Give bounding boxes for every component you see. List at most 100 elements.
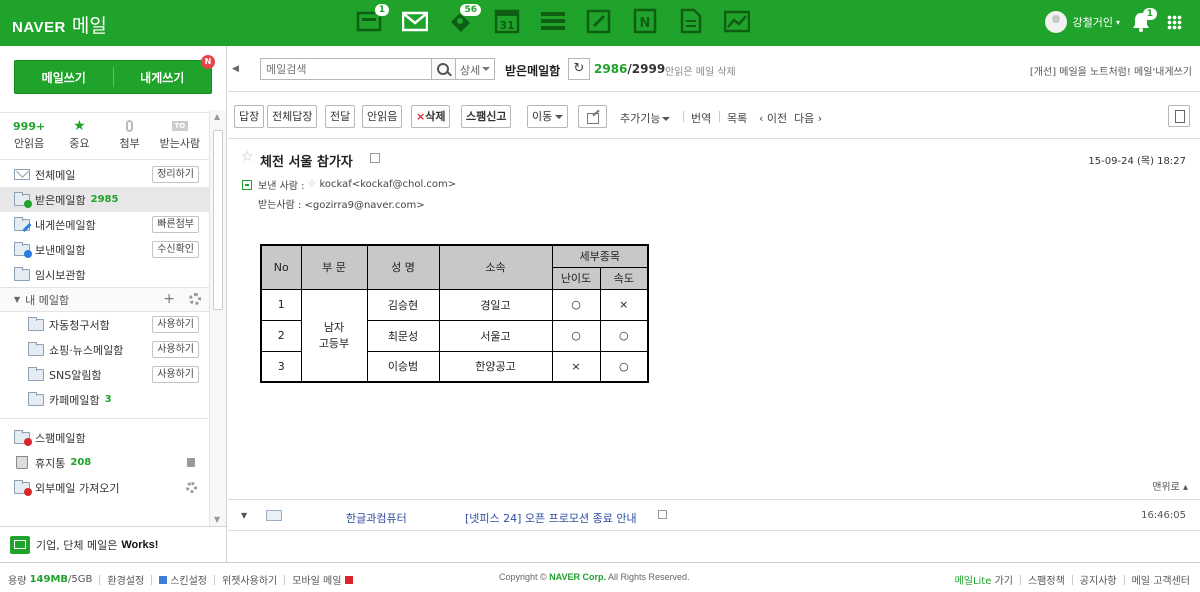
organize-button[interactable]: 정리하기: [152, 166, 199, 183]
next-mail-sender[interactable]: 한글과컴퓨터: [346, 510, 407, 526]
sender-address[interactable]: kockaf<kockaf@chol.com>: [320, 179, 457, 190]
collapse-icon[interactable]: [242, 179, 252, 190]
sender-row: 보낸 사람 : ☆ kockaf<kockaf@chol.com>: [242, 177, 456, 192]
read-receipt-button[interactable]: 수신확인: [152, 241, 199, 258]
unread-number: 2986: [594, 62, 628, 76]
scroll-thumb[interactable]: [213, 130, 223, 310]
filter-important[interactable]: ★ 중요: [57, 119, 101, 159]
promo-link[interactable]: [개선] 메일을 노트처럼! 메일'내게쓰기: [1030, 63, 1192, 78]
reply-all-button[interactable]: 전체답장: [267, 105, 318, 128]
folder-spam[interactable]: 스팸메일함: [0, 425, 209, 450]
filter-attachment[interactable]: 첨부: [108, 119, 152, 159]
star-icon[interactable]: ☆: [241, 149, 254, 165]
translate-link[interactable]: 번역: [691, 110, 711, 126]
sidebar-scrollbar[interactable]: ▲ ▼: [209, 110, 226, 526]
scroll-up-icon[interactable]: ▲: [214, 112, 220, 121]
document-icon[interactable]: [678, 8, 704, 34]
next-link[interactable]: 다음 ›: [794, 110, 822, 126]
compose-mail-button[interactable]: 메일쓰기: [15, 61, 113, 93]
chevron-down-icon: [482, 67, 490, 71]
empty-trash-icon[interactable]: [187, 458, 195, 467]
gear-icon[interactable]: [189, 293, 201, 305]
gear-icon[interactable]: [186, 482, 197, 493]
bell-icon[interactable]: 1: [1132, 8, 1157, 32]
filter-unread[interactable]: 999+ 안읽음: [7, 119, 51, 159]
refresh-icon[interactable]: ↻: [568, 58, 590, 80]
lite-go-link[interactable]: 가기: [995, 572, 1013, 587]
collapse-triangle-icon[interactable]: ▼: [14, 295, 20, 304]
quick-attach-button[interactable]: 빠른첨부: [152, 216, 199, 233]
apps-grid-icon[interactable]: [1167, 15, 1182, 30]
mail-icon[interactable]: [402, 8, 428, 34]
search-input[interactable]: [260, 58, 432, 80]
delete-button[interactable]: ×삭제: [411, 105, 451, 128]
works-promo[interactable]: 기업, 단체 메일은 Works!: [0, 526, 226, 562]
scroll-to-top-link[interactable]: 맨위로 ▴: [1152, 478, 1188, 493]
folder-shopping-news[interactable]: 쇼핑·뉴스메일함 사용하기: [0, 337, 209, 362]
search-icon[interactable]: [431, 58, 456, 80]
note-icon[interactable]: [586, 8, 612, 34]
reply-button[interactable]: 답장: [234, 105, 265, 128]
lite-brand[interactable]: 메일Lite: [955, 572, 992, 587]
chart-icon[interactable]: [724, 8, 750, 34]
naver-mail-logo[interactable]: NAVER 메일: [12, 11, 107, 38]
share-icon[interactable]: [578, 105, 607, 128]
move-dropdown[interactable]: 이동: [527, 105, 569, 128]
mark-unread-button[interactable]: 안읽음: [362, 105, 403, 128]
folder-all-mail[interactable]: 전체메일 정리하기: [0, 162, 209, 187]
memo-icon[interactable]: 1: [356, 3, 390, 34]
folder-label: 내게쓴메일함: [35, 218, 96, 232]
open-new-window-icon[interactable]: [658, 510, 667, 519]
notice-link[interactable]: 공지사항: [1080, 572, 1117, 587]
star-icon[interactable]: ☆: [308, 179, 317, 190]
more-features-dropdown[interactable]: 추가기능: [620, 110, 671, 126]
filter-recipient[interactable]: TO 받는사람: [158, 119, 202, 159]
next-mail-subject[interactable]: [넷피스 24] 오픈 프로모션 종료 안내: [465, 510, 637, 526]
enable-button[interactable]: 사용하기: [152, 366, 199, 383]
dept-cell: 남자 고등부: [300, 288, 368, 383]
table-cell: 이승범: [366, 350, 440, 383]
folder-cafe[interactable]: 카페메일함 3: [0, 387, 209, 412]
folder-inbox[interactable]: 받은메일함 2985: [0, 187, 209, 212]
forward-button[interactable]: 전달: [325, 105, 356, 128]
folder-trash[interactable]: 휴지통 208: [0, 450, 209, 475]
folder-sns[interactable]: SNS알림함 사용하기: [0, 362, 209, 387]
calendar-icon[interactable]: 31: [494, 8, 520, 34]
contacts-icon[interactable]: 56: [448, 3, 482, 34]
enable-button[interactable]: 사용하기: [152, 316, 199, 333]
widget-link[interactable]: 위젯사용하기: [222, 572, 277, 587]
copyright-brand[interactable]: NAVER Corp.: [549, 572, 606, 582]
settings-link[interactable]: 환경설정: [107, 572, 144, 587]
n-drive-icon[interactable]: N: [632, 8, 658, 34]
folder-label: 카페메일함: [49, 393, 100, 407]
prev-link[interactable]: ‹ 이전: [759, 110, 787, 126]
folder-self-mail[interactable]: 내게쓴메일함 빠른첨부: [0, 212, 209, 237]
enable-button[interactable]: 사용하기: [152, 341, 199, 358]
list-icon[interactable]: [540, 8, 566, 34]
divider: [719, 111, 720, 122]
skin-link[interactable]: 스킨설정: [170, 572, 207, 587]
scroll-down-icon[interactable]: ▼: [214, 515, 220, 524]
delete-unread-link[interactable]: 안읽은 메일 삭제: [665, 63, 736, 78]
next-mail-row[interactable]: ▼ 한글과컴퓨터 [넷피스 24] 오픈 프로모션 종료 안내 16:46:05: [228, 499, 1200, 531]
add-folder-icon[interactable]: +: [163, 291, 175, 307]
spam-policy-link[interactable]: 스팸정책: [1028, 572, 1065, 587]
detail-search-dropdown[interactable]: 상세: [455, 58, 495, 80]
folder-label: SNS알림함: [49, 368, 102, 382]
compose-self-button[interactable]: 내게쓰기: [114, 61, 212, 93]
folder-bills[interactable]: 자동청구서함 사용하기: [0, 312, 209, 337]
folder-external[interactable]: 외부메일 가져오기: [0, 475, 209, 500]
print-icon[interactable]: [1168, 105, 1190, 127]
folder-drafts[interactable]: 임시보관함: [0, 262, 209, 287]
list-link[interactable]: 목록: [727, 110, 747, 126]
open-new-window-icon[interactable]: [370, 153, 380, 163]
user-menu[interactable]: 강철거인 ▾: [1044, 11, 1120, 33]
support-link[interactable]: 메일 고객센터: [1132, 572, 1190, 587]
folder-sent[interactable]: 보낸메일함 수신확인: [0, 237, 209, 262]
expand-triangle-icon[interactable]: ▼: [241, 511, 247, 520]
collapse-sidebar-icon[interactable]: ◀: [232, 64, 239, 74]
recipient-address[interactable]: <gozirra9@naver.com>: [305, 200, 425, 211]
my-mailbox-section[interactable]: ▼ 내 메일함 +: [0, 287, 209, 312]
mobile-link[interactable]: 모바일 메일: [292, 572, 341, 587]
spam-report-button[interactable]: 스팸신고: [461, 105, 512, 128]
